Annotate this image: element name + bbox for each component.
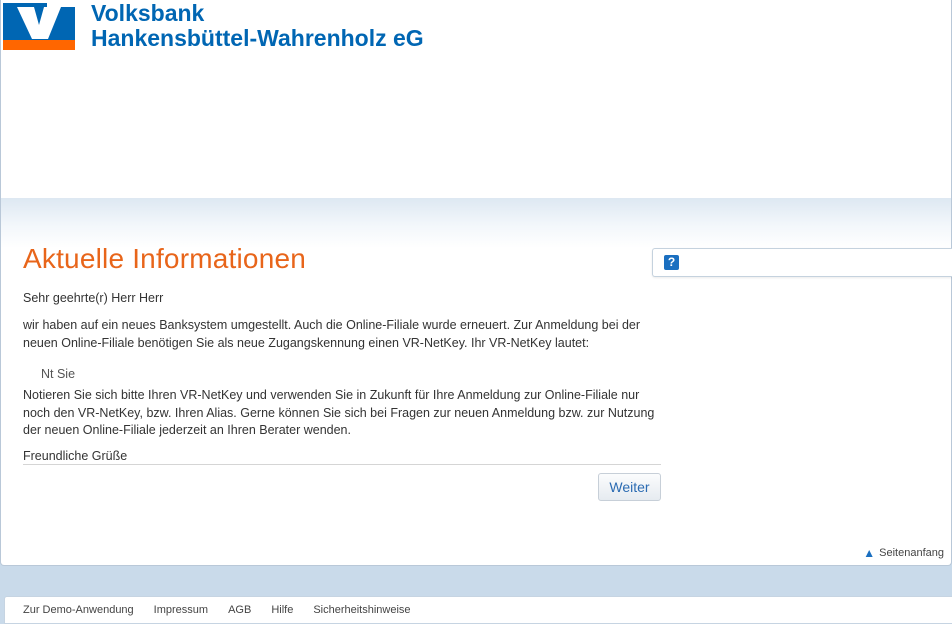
page-frame: Volksbank Hankensbüttel-Wahrenholz eG Ak… (0, 0, 952, 566)
closing-text: Freundliche Grüße (23, 449, 128, 463)
header: Volksbank Hankensbüttel-Wahrenholz eG (1, 0, 951, 198)
footer-link-impressum[interactable]: Impressum (154, 604, 208, 616)
netkey-value: Nt Sie (41, 367, 76, 381)
help-icon[interactable]: ? (664, 255, 679, 270)
header-gradient-band (1, 198, 951, 248)
volksbank-logo-icon[interactable] (3, 3, 75, 50)
back-to-top-label: Seitenanfang (879, 547, 944, 559)
footer-link-hilfe[interactable]: Hilfe (271, 604, 293, 616)
footer-link-security[interactable]: Sicherheitshinweise (313, 604, 410, 616)
bank-name-line1: Volksbank (91, 0, 205, 26)
footer-link-demo[interactable]: Zur Demo-Anwendung (23, 604, 134, 616)
footer-links: Zur Demo-Anwendung Impressum AGB Hilfe S… (23, 604, 431, 616)
footer-link-agb[interactable]: AGB (228, 604, 251, 616)
logo-orange-stripe (3, 40, 75, 50)
info-paragraph-1: wir haben auf ein neues Banksystem umges… (23, 318, 641, 350)
bank-name: Volksbank Hankensbüttel-Wahrenholz eG (91, 1, 424, 51)
salutation-text: Sehr geehrte(r) Herr Herr (23, 291, 164, 305)
content-divider (23, 464, 661, 465)
help-box: ? (652, 248, 952, 277)
chevron-up-icon: ▲ (863, 546, 876, 560)
bank-name-line2: Hankensbüttel-Wahrenholz eG (91, 25, 424, 51)
back-to-top-link[interactable]: ▲ Seitenanfang (863, 546, 944, 560)
page-title: Aktuelle Informationen (23, 243, 307, 274)
footer: Zur Demo-Anwendung Impressum AGB Hilfe S… (4, 596, 952, 624)
logo-v-shape (17, 3, 75, 39)
info-paragraph-2: Notieren Sie sich bitte Ihren VR-NetKey … (23, 388, 655, 437)
continue-button[interactable]: Weiter (598, 473, 661, 501)
